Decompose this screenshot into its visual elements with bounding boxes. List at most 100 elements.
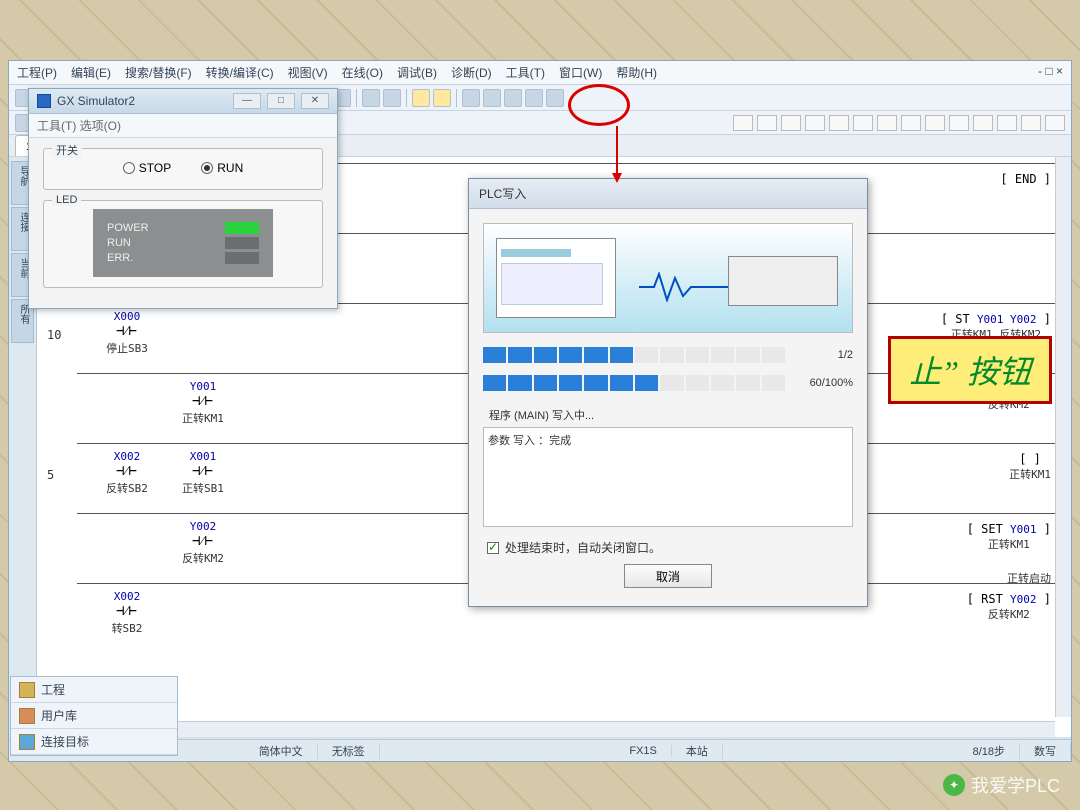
instruction-button[interactable] [997,115,1017,131]
plc-device-icon [728,256,838,306]
menu-help[interactable]: 帮助(H) [616,64,657,81]
menu-debug[interactable]: 调试(B) [397,64,437,81]
checkbox-label: 处理结束时，自动关闭窗口。 [505,539,661,556]
close-button[interactable]: ✕ [301,93,329,109]
instruction-button[interactable] [829,115,849,131]
annotation-callout: 止” 按钮 [888,336,1052,404]
menu-edit[interactable]: 编辑(E) [71,64,111,81]
instruction-button[interactable] [949,115,969,131]
run-led-icon [225,237,259,249]
instruction-button[interactable] [877,115,897,131]
toolbar-button[interactable] [483,89,501,107]
menu-online[interactable]: 在线(O) [342,64,383,81]
status-tag: 无标签 [318,743,380,759]
status-mode: 数写 [1020,743,1071,759]
led-label: POWER [107,222,149,234]
minimize-button[interactable]: — [233,93,261,109]
toolbar-button[interactable] [525,89,543,107]
instruction-button[interactable] [757,115,777,131]
menu-tools[interactable]: 工具(T) [506,64,545,81]
menu-project[interactable]: 工程(P) [17,64,57,81]
auto-close-checkbox[interactable]: 处理结束时，自动关闭窗口。 [487,539,849,556]
simulation-button[interactable] [412,89,430,107]
toolbar-button[interactable] [383,89,401,107]
status-steps: 8/18步 [959,743,1020,759]
menu-bar: 工程(P) 编辑(E) 搜索/替换(F) 转换/编译(C) 视图(V) 在线(O… [9,61,1071,85]
instruction-button[interactable] [1045,115,1065,131]
nav-connection[interactable]: 连接目标 [11,729,177,755]
menu-diagnose[interactable]: 诊断(D) [451,64,492,81]
transfer-illustration [483,223,853,333]
write-status: 程序 (MAIN) 写入中... [483,403,853,427]
instruction-button[interactable] [901,115,921,131]
instruction-button[interactable] [781,115,801,131]
nav-label: 工程 [41,681,65,698]
instruction-button[interactable] [805,115,825,131]
switch-group: 开关 STOP RUN [43,148,323,190]
instruction-button[interactable] [925,115,945,131]
menu-window[interactable]: 窗口(W) [559,64,602,81]
toolbar-button[interactable] [362,89,380,107]
nav-label: 连接目标 [41,733,89,750]
pc-icon [496,238,616,318]
radio-label: RUN [217,161,243,175]
gx-simulator-window: GX Simulator2 — □ ✕ 工具(T) 选项(O) 开关 STOP … [28,88,338,309]
app-icon [37,94,51,108]
simulator-titlebar[interactable]: GX Simulator2 — □ ✕ [29,89,337,114]
folder-icon [19,708,35,724]
nav-project[interactable]: 工程 [11,677,177,703]
annotation-arrow [616,126,618,180]
folder-icon [19,682,35,698]
radio-icon [201,162,213,174]
progress-row-2: 60/100% [483,375,853,391]
menu-view[interactable]: 视图(V) [288,64,328,81]
led-label: RUN [107,237,131,249]
simulator-menu[interactable]: 工具(T) 选项(O) [29,114,337,138]
dialog-title[interactable]: PLC写入 [469,179,867,209]
window-title: GX Simulator2 [57,94,135,108]
simulation-button[interactable] [433,89,451,107]
instruction-button[interactable] [1021,115,1041,131]
horizontal-scrollbar[interactable] [37,721,1055,737]
progress-bar-2 [483,375,785,391]
instruction-button[interactable] [733,115,753,131]
status-station: 本站 [672,743,723,759]
instruction-button[interactable] [853,115,873,131]
radio-icon [123,162,135,174]
wechat-icon: ✦ [943,774,965,796]
toolbar-button[interactable] [462,89,480,107]
progress-text-1: 1/2 [793,349,853,361]
run-radio[interactable]: RUN [201,161,243,175]
err-led-icon [225,252,259,264]
cancel-button[interactable]: 取消 [624,564,712,588]
instruction-button[interactable] [973,115,993,131]
watermark: ✦ 我爱学PLC [943,772,1060,798]
connection-icon [19,734,35,750]
navigation-panel: 工程 用户库 连接目标 [10,676,178,756]
transfer-wave-icon [639,272,729,302]
nav-label: 用户库 [41,707,77,724]
toolbar-button[interactable] [504,89,522,107]
power-led-icon [225,222,259,234]
plc-write-dialog: PLC写入 1/2 60/100% 程序 (MAIN) 写入中... 参数 写入… [468,178,868,607]
menu-find[interactable]: 搜索/替换(F) [125,64,192,81]
led-label: ERR. [107,252,133,264]
maximize-button[interactable]: □ [267,93,295,109]
menu-compile[interactable]: 转换/编译(C) [206,64,274,81]
radio-label: STOP [139,161,171,175]
group-legend: LED [52,194,81,206]
status-language: 简体中文 [245,743,318,759]
toolbar-button[interactable] [546,89,564,107]
nav-userlib[interactable]: 用户库 [11,703,177,729]
progress-bar-1 [483,347,785,363]
progress-text-2: 60/100% [793,377,853,389]
log-output[interactable]: 参数 写入 ：完成 [483,427,853,527]
stop-radio[interactable]: STOP [123,161,171,175]
minimize-button[interactable]: - □ × [1038,64,1063,81]
led-group: LED POWER RUN ERR. [43,200,323,288]
vertical-scrollbar[interactable] [1055,157,1071,717]
annotation-circle [568,84,630,126]
checkbox-icon [487,542,499,554]
watermark-text: 我爱学PLC [971,772,1060,798]
progress-row-1: 1/2 [483,347,853,363]
